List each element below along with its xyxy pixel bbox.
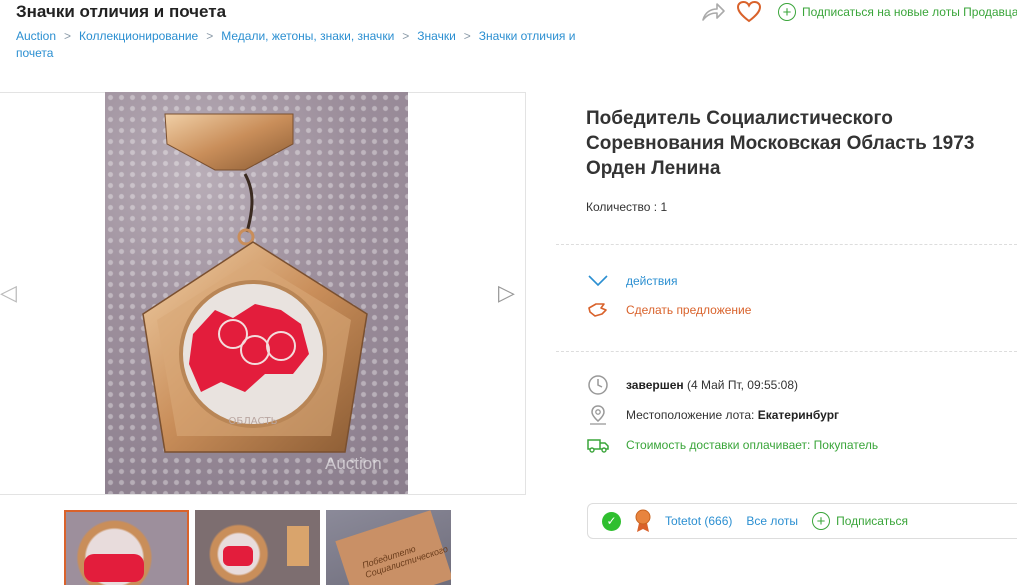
watermark: Auction (325, 454, 382, 473)
plus-circle-icon[interactable]: + (812, 512, 831, 530)
lot-location: Местоположение лота: Екатеринбург (586, 404, 839, 426)
divider (556, 244, 1017, 245)
share-icon[interactable] (700, 1, 726, 23)
delivery-label: Стоимость доставки оплачивает: Покупател… (626, 438, 879, 452)
medal-illustration: ОБЛАСТЬ (142, 113, 368, 453)
quantity-label: Количество : (586, 200, 658, 214)
make-offer-button[interactable]: Сделать предложение (586, 299, 751, 321)
all-lots-link[interactable]: Все лоты (746, 514, 798, 528)
clock-icon (586, 374, 610, 396)
divider (556, 351, 1017, 352)
subscribe-seller-button[interactable]: + Подписаться на новые лоты Продавца (778, 3, 1017, 21)
breadcrumb-separator: > (206, 29, 214, 43)
offer-hand-icon (586, 299, 610, 321)
status-label: завершен (626, 378, 684, 392)
top-actions: + Подписаться на новые лоты Продавца (700, 0, 1017, 24)
location-label: Местоположение лота: (626, 408, 755, 422)
thumbnail-1-map (84, 554, 144, 582)
location-value: Екатеринбург (757, 408, 840, 422)
status-detail: (4 Май Пт, 09:55:08) (686, 378, 798, 392)
breadcrumb-separator: > (64, 29, 72, 43)
breadcrumb-auction[interactable]: Auction (16, 29, 56, 43)
map-pin-icon (586, 404, 610, 426)
breadcrumb-separator: > (402, 29, 410, 43)
actions-dropdown[interactable]: действия (586, 270, 677, 292)
seller-rating-medal-icon (635, 509, 651, 532)
delivery-info: Стоимость доставки оплачивает: Покупател… (586, 434, 878, 456)
seller-panel: ✓ Totetot (666) Все лоты + Подписаться (587, 503, 1017, 539)
thumbnail-strip: Победителю Социалистического (64, 510, 451, 585)
subscribe-seller-label: Подписаться на новые лоты Продавца (802, 5, 1017, 19)
thumbnail-2-ribbon (287, 526, 309, 566)
heart-icon[interactable] (736, 0, 762, 24)
chevron-down-icon (586, 270, 610, 292)
quantity: Количество : 1 (586, 200, 667, 214)
seller-name-link[interactable]: Totetot (666) (665, 514, 732, 528)
chevron-left-icon[interactable]: ◁ (0, 280, 17, 306)
page-title: Значки отличия и почета (16, 2, 227, 21)
subscribe-link[interactable]: Подписаться (836, 514, 908, 528)
quantity-value: 1 (660, 200, 668, 214)
make-offer-label: Сделать предложение (626, 303, 752, 317)
lot-title: Победитель Социалистического Соревновани… (586, 108, 975, 179)
expand-icon[interactable] (474, 108, 508, 142)
breadcrumb-badges[interactable]: Значки (417, 29, 456, 43)
thumbnail-1[interactable] (64, 510, 189, 585)
thumbnail-2[interactable] (195, 510, 320, 585)
breadcrumb-collecting[interactable]: Коллекционирование (79, 29, 198, 43)
main-photo[interactable]: ОБЛАСТЬ Auction (105, 92, 408, 494)
breadcrumb-medals[interactable]: Медали, жетоны, знаки, значки (221, 29, 394, 43)
actions-label: действия (626, 274, 678, 288)
thumbnail-2-map (223, 546, 253, 566)
breadcrumb-separator: > (463, 29, 471, 43)
chevron-right-icon[interactable]: ▷ (498, 280, 515, 306)
medal-inscription: ОБЛАСТЬ (228, 416, 277, 427)
breadcrumb: Auction > Коллекционирование > Медали, жетон… (16, 28, 616, 62)
thumbnail-3[interactable]: Победителю Социалистического (326, 510, 451, 585)
truck-icon (586, 434, 610, 456)
plus-circle-icon: + (778, 3, 796, 21)
lot-status: завершен (4 Май Пт, 09:55:08) (586, 374, 798, 396)
verified-check-icon: ✓ (602, 511, 621, 531)
